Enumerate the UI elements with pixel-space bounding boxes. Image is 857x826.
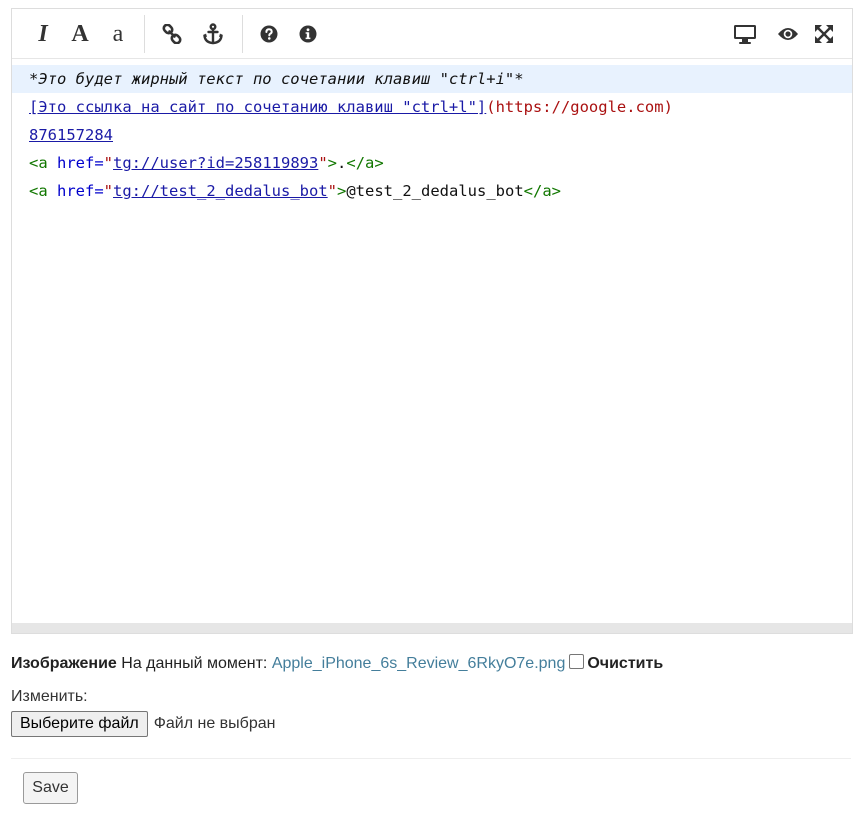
editor-line-4: <a href="tg://user?id=258119893">.</a> (12, 149, 852, 177)
anchor-text: . (337, 154, 347, 172)
attr-name: href= (47, 154, 104, 172)
clear-checkbox[interactable] (569, 654, 585, 669)
attr-quote: " (103, 182, 114, 200)
tag-close: > (327, 154, 338, 172)
markdown-editor: I A a *Это будет жирный текст по сочетан… (11, 8, 853, 634)
attr-name: href= (47, 182, 104, 200)
preview-eye-icon[interactable] (773, 19, 803, 49)
fullscreen-icon[interactable] (809, 19, 839, 49)
heading-icon[interactable]: A (65, 19, 95, 49)
toolbar-separator (242, 15, 243, 53)
editor-line-1: *Это будет жирный текст по сочетании кла… (12, 65, 852, 93)
editor-line-3: 876157284 (12, 121, 852, 149)
tag-end: </a> (346, 154, 384, 172)
desktop-icon[interactable] (730, 19, 760, 49)
current-file-link[interactable]: Apple_iPhone_6s_Review_6RkyO7e.png (272, 655, 566, 672)
current-label: На данный момент: (121, 655, 268, 672)
save-button[interactable]: Save (23, 772, 78, 804)
attr-href-link[interactable]: tg://test_2_dedalus_bot (113, 182, 328, 200)
tag-close: > (337, 182, 347, 200)
tag-end: </a> (523, 182, 561, 200)
attr-quote: " (318, 154, 328, 172)
info-icon[interactable] (293, 19, 323, 49)
italic-text: *Это будет жирный текст по сочетании кла… (29, 70, 524, 88)
attr-quote: " (327, 182, 337, 200)
form-divider (11, 758, 851, 759)
choose-file-button[interactable]: Выберите файл (11, 711, 148, 737)
anchor-icon[interactable] (198, 19, 228, 49)
clear-label[interactable]: Очистить (587, 655, 663, 672)
file-status-text: Файл не выбран (153, 715, 276, 732)
attr-quote: " (103, 154, 114, 172)
change-label: Изменить: (11, 688, 88, 705)
attr-href-link[interactable]: tg://user?id=258119893 (113, 154, 318, 172)
link-url: (https://google.com) (486, 98, 673, 116)
italic-icon[interactable]: I (28, 19, 58, 49)
link-text[interactable]: [Это ссылка на сайт по сочетанию клавиш … (29, 98, 486, 116)
editor-line-5: <a href="tg://test_2_dedalus_bot">@test_… (12, 177, 852, 205)
toolbar-separator (144, 15, 145, 53)
image-label: Изображение (11, 655, 117, 672)
editor-toolbar: I A a (12, 9, 852, 59)
tag-open: <a (29, 154, 48, 172)
anchor-text: @test_2_dedalus_bot (346, 182, 524, 200)
file-input: Выберите файл Файл не выбран (11, 711, 275, 737)
link-icon[interactable] (157, 19, 187, 49)
code-text-area[interactable]: *Это будет жирный текст по сочетании кла… (12, 59, 852, 621)
editor-line-2: [Это ссылка на сайт по сочетанию клавиш … (12, 93, 852, 121)
text-size-icon[interactable]: a (103, 19, 133, 49)
number-text: 876157284 (29, 126, 113, 144)
help-icon[interactable] (254, 19, 284, 49)
editor-resize-handle[interactable] (12, 623, 852, 633)
tag-open: <a (29, 182, 48, 200)
image-field-row: Изображение На данный момент: Apple_iPho… (11, 654, 663, 673)
